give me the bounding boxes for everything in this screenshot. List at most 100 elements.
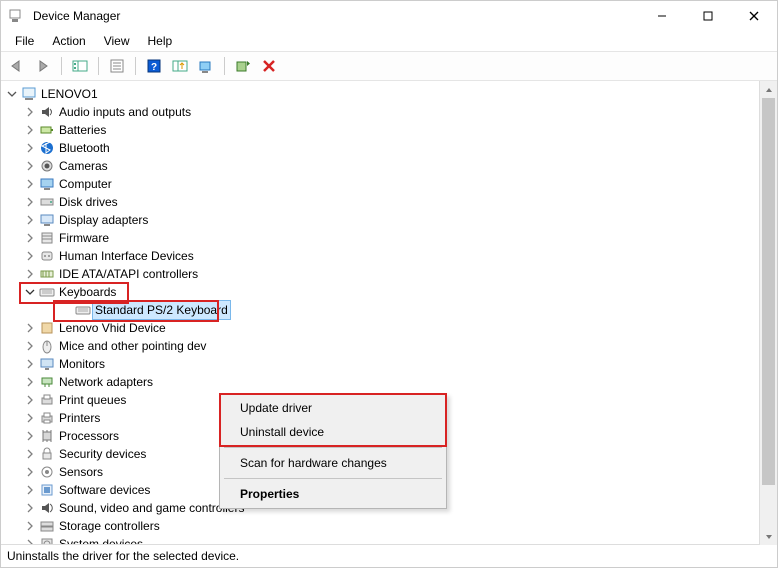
context-uninstall-device[interactable]: Uninstall device (222, 420, 444, 444)
tree-node-label: System devices (59, 535, 143, 545)
tree-node[interactable]: IDE ATA/ATAPI controllers (5, 265, 759, 283)
tree-node[interactable]: Computer (5, 175, 759, 193)
bluetooth-icon (39, 140, 55, 156)
chevron-right-icon[interactable] (23, 537, 37, 545)
tree-node-label: Human Interface Devices (59, 247, 194, 265)
menu-file[interactable]: File (7, 33, 42, 49)
update-driver-button[interactable] (168, 54, 192, 78)
tree-node[interactable]: Firmware (5, 229, 759, 247)
enable-device-button[interactable] (231, 54, 255, 78)
uninstall-device-button[interactable] (257, 54, 281, 78)
titlebar: Device Manager (1, 1, 777, 31)
app-icon (7, 8, 23, 24)
chevron-right-icon[interactable] (23, 105, 37, 119)
statusbar: Uninstalls the driver for the selected d… (1, 545, 777, 567)
chevron-right-icon[interactable] (23, 249, 37, 263)
tree-node[interactable]: System devices (5, 535, 759, 545)
chevron-right-icon[interactable] (23, 447, 37, 461)
printq-icon (39, 392, 55, 408)
chevron-right-icon[interactable] (23, 321, 37, 335)
forward-button[interactable] (31, 54, 55, 78)
drive-icon (39, 194, 55, 210)
chevron-right-icon[interactable] (23, 231, 37, 245)
properties-button[interactable] (105, 54, 129, 78)
firmware-icon (39, 230, 55, 246)
chevron-right-icon[interactable] (23, 501, 37, 515)
chevron-right-icon[interactable] (23, 123, 37, 137)
tree-node[interactable]: Batteries (5, 121, 759, 139)
tree-node[interactable]: Cameras (5, 157, 759, 175)
lock-icon (39, 446, 55, 462)
tree-root[interactable]: LENOVO1 (5, 85, 759, 103)
context-separator (224, 478, 442, 479)
camera-icon (39, 158, 55, 174)
chevron-right-icon[interactable] (23, 177, 37, 191)
chevron-right-icon[interactable] (23, 213, 37, 227)
toolbar: ? (1, 51, 777, 81)
scroll-up-button[interactable] (760, 81, 777, 98)
system-icon (39, 536, 55, 545)
chevron-right-icon[interactable] (23, 267, 37, 281)
chevron-right-icon[interactable] (23, 411, 37, 425)
help-button[interactable]: ? (142, 54, 166, 78)
tree-node[interactable]: Disk drives (5, 193, 759, 211)
tree-node[interactable]: Bluetooth (5, 139, 759, 157)
close-button[interactable] (731, 1, 777, 31)
menu-help[interactable]: Help (140, 33, 181, 49)
tree-node-label: Firmware (59, 229, 109, 247)
menubar: File Action View Help (1, 31, 777, 51)
context-properties[interactable]: Properties (222, 482, 444, 506)
chevron-right-icon[interactable] (23, 393, 37, 407)
context-update-driver[interactable]: Update driver (222, 396, 444, 420)
svg-text:?: ? (151, 62, 157, 73)
battery-icon (39, 122, 55, 138)
chevron-right-icon[interactable] (23, 519, 37, 533)
vertical-scrollbar[interactable] (759, 81, 777, 545)
chevron-down-icon[interactable] (23, 285, 37, 299)
root-label: LENOVO1 (41, 85, 98, 103)
scroll-thumb[interactable] (762, 98, 775, 485)
scroll-down-button[interactable] (760, 528, 777, 545)
chevron-right-icon[interactable] (23, 375, 37, 389)
show-hide-tree-button[interactable] (68, 54, 92, 78)
chevron-right-icon[interactable] (23, 429, 37, 443)
tree-node-label: Sound, video and game controllers (59, 499, 244, 517)
chevron-down-icon[interactable] (5, 87, 19, 101)
speaker-icon (39, 104, 55, 120)
chevron-right-icon[interactable] (23, 159, 37, 173)
tree-node[interactable]: Audio inputs and outputs (5, 103, 759, 121)
cpu-icon (39, 428, 55, 444)
tree-node[interactable]: Network adapters (5, 373, 759, 391)
keyboard-icon (75, 302, 91, 318)
tree-child-node[interactable]: Standard PS/2 Keyboard (5, 301, 759, 319)
chevron-right-icon[interactable] (23, 483, 37, 497)
minimize-button[interactable] (639, 1, 685, 31)
tree-node[interactable]: Mice and other pointing dev (5, 337, 759, 355)
menu-view[interactable]: View (96, 33, 138, 49)
chevron-right-icon[interactable] (23, 141, 37, 155)
context-scan-hardware[interactable]: Scan for hardware changes (222, 451, 444, 475)
hid-icon (39, 248, 55, 264)
status-text: Uninstalls the driver for the selected d… (7, 549, 239, 563)
sound-icon (39, 500, 55, 516)
scan-hardware-button[interactable] (194, 54, 218, 78)
tree-node-label: Computer (59, 175, 112, 193)
tree-node[interactable]: Human Interface Devices (5, 247, 759, 265)
software-icon (39, 482, 55, 498)
tree-node[interactable]: Storage controllers (5, 517, 759, 535)
tree-node-label: Network adapters (59, 373, 153, 391)
tree-node-label: IDE ATA/ATAPI controllers (59, 265, 198, 283)
chevron-right-icon[interactable] (23, 357, 37, 371)
back-button[interactable] (5, 54, 29, 78)
tree-node[interactable]: Keyboards (5, 283, 759, 301)
maximize-button[interactable] (685, 1, 731, 31)
chevron-right-icon[interactable] (23, 339, 37, 353)
chevron-right-icon[interactable] (23, 465, 37, 479)
tree-node-label: Keyboards (59, 283, 116, 301)
tree-node[interactable]: Lenovo Vhid Device (5, 319, 759, 337)
menu-action[interactable]: Action (44, 33, 93, 49)
tree-node[interactable]: Display adapters (5, 211, 759, 229)
scroll-track[interactable] (760, 98, 777, 528)
tree-node[interactable]: Monitors (5, 355, 759, 373)
chevron-right-icon[interactable] (23, 195, 37, 209)
